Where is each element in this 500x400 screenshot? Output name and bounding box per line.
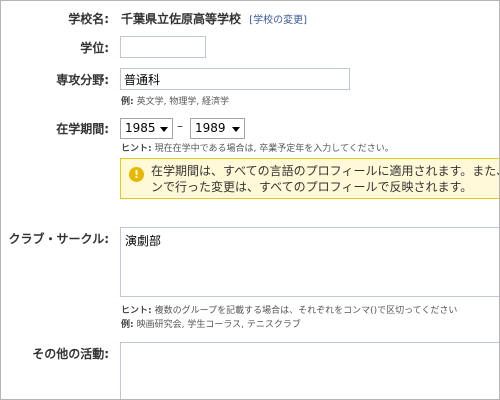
to-year-select[interactable]: 1989 xyxy=(190,118,245,139)
bracket-close: ] xyxy=(303,15,308,26)
clubs-label: クラブ・サークル: xyxy=(8,232,109,246)
from-year-value: 1985 xyxy=(125,121,156,135)
change-school-link[interactable]: 学校の変更 xyxy=(253,15,303,26)
change-school-link-wrap: [学校の変更] xyxy=(249,15,307,26)
degree-label: 学位: xyxy=(80,41,109,55)
clubs-example-prefix: 例: xyxy=(121,320,134,330)
major-input[interactable]: 普通科 xyxy=(120,68,350,90)
clubs-textarea[interactable]: 演劇部 xyxy=(120,227,499,297)
notice-line-2: ンで行った変更は、すべてのプロフィールで反映されます。 xyxy=(151,180,473,194)
clubs-example-text: 映画研究会, 学生コーラス, テニスクラブ xyxy=(136,320,301,330)
period-hint-prefix: ヒント: xyxy=(121,144,152,154)
period-hint-text: 現在在学中である場合は, 卒業予定年を入力してください。 xyxy=(154,144,394,154)
notice-text: 在学期間は、すべての言語のプロフィールに適用されます。また、 ンで行った変更は、… xyxy=(151,163,500,195)
from-year-select[interactable]: 1985 xyxy=(120,118,173,139)
clubs-hint: ヒント: 複数のグループを記載する場合は、それぞれをコンマ()で区切ってください xyxy=(121,303,457,316)
major-label: 専攻分野: xyxy=(56,73,109,87)
school-value: 千葉県立佐原高等学校 xyxy=(121,12,242,26)
period-hint: ヒント: 現在在学中である場合は, 卒業予定年を入力してください。 xyxy=(121,141,394,154)
chevron-down-icon xyxy=(232,127,240,132)
clubs-hint-text: 複数のグループを記載する場合は、それぞれをコンマ()で区切ってください xyxy=(154,306,458,316)
notice-box: ! 在学期間は、すべての言語のプロフィールに適用されます。また、 ンで行った変更… xyxy=(120,158,500,199)
clubs-hint-prefix: ヒント: xyxy=(121,306,152,316)
other-activities-label: その他の活動: xyxy=(32,347,109,361)
other-activities-textarea[interactable] xyxy=(120,342,499,399)
clubs-example: 例: 映画研究会, 学生コーラス, テニスクラブ xyxy=(121,317,301,330)
major-example-text: 英文学, 物理学, 経済学 xyxy=(136,97,230,107)
school-name: 千葉県立佐原高等学校 [学校の変更] xyxy=(121,10,307,27)
warning-icon: ! xyxy=(129,167,144,182)
period-label: 在学期間: xyxy=(56,122,109,136)
chevron-down-icon xyxy=(160,127,168,132)
degree-input[interactable] xyxy=(120,36,206,58)
major-example: 例: 英文学, 物理学, 経済学 xyxy=(121,94,229,107)
to-year-value: 1989 xyxy=(195,121,226,135)
education-form: 学校名: 千葉県立佐原高等学校 [学校の変更] 学位: 専攻分野: 普通科 例:… xyxy=(0,0,500,400)
school-label: 学校名: xyxy=(68,12,109,26)
period-separator: – xyxy=(177,119,183,133)
major-example-prefix: 例: xyxy=(121,97,134,107)
notice-line-1: 在学期間は、すべての言語のプロフィールに適用されます。また、 xyxy=(151,164,500,178)
